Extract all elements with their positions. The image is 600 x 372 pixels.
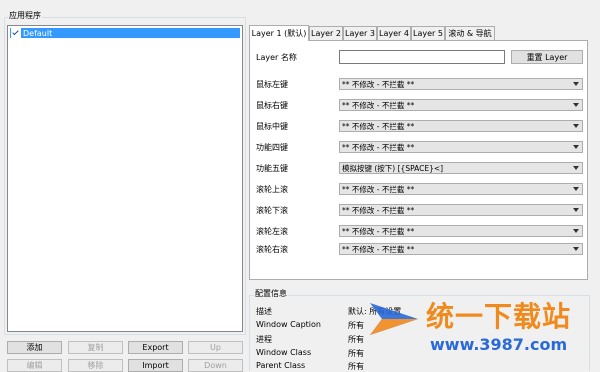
- row-label-left-button: 鼠标左键: [256, 80, 288, 89]
- select-value: ** 不修改 - 不拦截 **: [342, 121, 415, 131]
- applications-list[interactable]: Default: [7, 25, 243, 332]
- row-label-button-4: 功能四键: [256, 143, 288, 152]
- select-value: 模拟按键 (按下) [{SPACE}<]: [342, 163, 444, 173]
- chevron-down-icon: [573, 247, 579, 251]
- watermark-url: www.3987.com: [430, 335, 568, 354]
- row-label-wheel-right: 滚轮右滚: [256, 245, 288, 254]
- row-label-middle-button: 鼠标中键: [256, 122, 288, 131]
- select-value: ** 不修改 - 不拦截 **: [342, 100, 415, 110]
- edit-button[interactable]: 编辑: [7, 359, 62, 372]
- right-button-select[interactable]: ** 不修改 - 不拦截 **: [339, 99, 583, 111]
- config-info-title: 配置信息: [254, 288, 288, 299]
- info-value-window-class: 所有: [348, 349, 364, 358]
- watermark-brand: 统一下载站: [426, 300, 572, 333]
- button-5-select[interactable]: 模拟按键 (按下) [{SPACE}<]: [339, 162, 583, 174]
- info-value-process: 所有: [348, 335, 364, 344]
- list-item-default[interactable]: Default: [10, 28, 240, 38]
- middle-button-select[interactable]: ** 不修改 - 不拦截 **: [339, 120, 583, 132]
- reset-layer-button[interactable]: 重置 Layer: [511, 50, 583, 64]
- down-button[interactable]: Down: [188, 359, 243, 372]
- chevron-down-icon: [573, 103, 579, 107]
- info-key-window-caption: Window Caption: [256, 320, 321, 329]
- info-value-window-caption: 所有: [348, 321, 364, 330]
- applications-group-title: 应用程序: [8, 10, 42, 21]
- select-value: ** 不修改 - 不拦截 **: [342, 184, 415, 194]
- chevron-down-icon: [573, 82, 579, 86]
- up-button[interactable]: Up: [188, 341, 243, 354]
- row-label-button-5: 功能五键: [256, 164, 288, 173]
- wheel-down-select[interactable]: ** 不修改 - 不拦截 **: [339, 204, 583, 216]
- info-key-parent-class: Parent Class: [256, 361, 306, 370]
- tab-layer-2[interactable]: Layer 2: [309, 26, 343, 40]
- chevron-down-icon: [573, 187, 579, 191]
- chevron-down-icon: [573, 166, 579, 170]
- wheel-up-select[interactable]: ** 不修改 - 不拦截 **: [339, 183, 583, 195]
- export-button[interactable]: Export: [128, 341, 183, 354]
- select-value: ** 不修改 - 不拦截 **: [342, 79, 415, 89]
- info-key-window-class: Window Class: [256, 348, 312, 357]
- select-value: ** 不修改 - 不拦截 **: [342, 244, 415, 254]
- delete-button[interactable]: 移除: [68, 359, 123, 372]
- wheel-right-select[interactable]: ** 不修改 - 不拦截 **: [339, 243, 583, 255]
- info-value-parent-class: 所有: [348, 362, 364, 371]
- chevron-down-icon: [573, 229, 579, 233]
- button-4-select[interactable]: ** 不修改 - 不拦截 **: [339, 141, 583, 153]
- tab-layer-5[interactable]: Layer 5: [411, 26, 445, 40]
- chevron-down-icon: [573, 124, 579, 128]
- row-label-wheel-left: 滚轮左滚: [256, 227, 288, 236]
- layer-name-label: Layer 名称: [256, 53, 297, 62]
- watermark-arrow-icon: [370, 303, 418, 335]
- layer-name-input[interactable]: [339, 50, 505, 64]
- chevron-down-icon: [573, 145, 579, 149]
- tab-scroll-navigation[interactable]: 滚动 & 导航: [445, 26, 495, 40]
- list-item-label: Default: [23, 28, 53, 38]
- row-label-wheel-up: 滚轮上滚: [256, 185, 288, 194]
- wheel-left-select[interactable]: ** 不修改 - 不拦截 **: [339, 225, 583, 237]
- select-value: ** 不修改 - 不拦截 **: [342, 142, 415, 152]
- info-key-process: 进程: [256, 335, 272, 344]
- import-button[interactable]: Import: [128, 359, 183, 372]
- row-label-right-button: 鼠标右键: [256, 101, 288, 110]
- checkbox-checked-icon[interactable]: [11, 28, 21, 38]
- left-button-select[interactable]: ** 不修改 - 不拦截 **: [339, 78, 583, 90]
- select-value: ** 不修改 - 不拦截 **: [342, 226, 415, 236]
- watermark: 统一下载站 www.3987.com: [368, 285, 593, 365]
- select-value: ** 不修改 - 不拦截 **: [342, 205, 415, 215]
- row-label-wheel-down: 滚轮下滚: [256, 206, 288, 215]
- add-button[interactable]: 添加: [7, 341, 62, 354]
- tab-layer-3[interactable]: Layer 3: [343, 26, 377, 40]
- tab-layer-4[interactable]: Layer 4: [377, 26, 411, 40]
- chevron-down-icon: [573, 208, 579, 212]
- tab-layer-1[interactable]: Layer 1 (默认): [249, 25, 309, 41]
- copy-button[interactable]: 复制: [68, 341, 123, 354]
- info-key-description: 描述: [256, 307, 272, 316]
